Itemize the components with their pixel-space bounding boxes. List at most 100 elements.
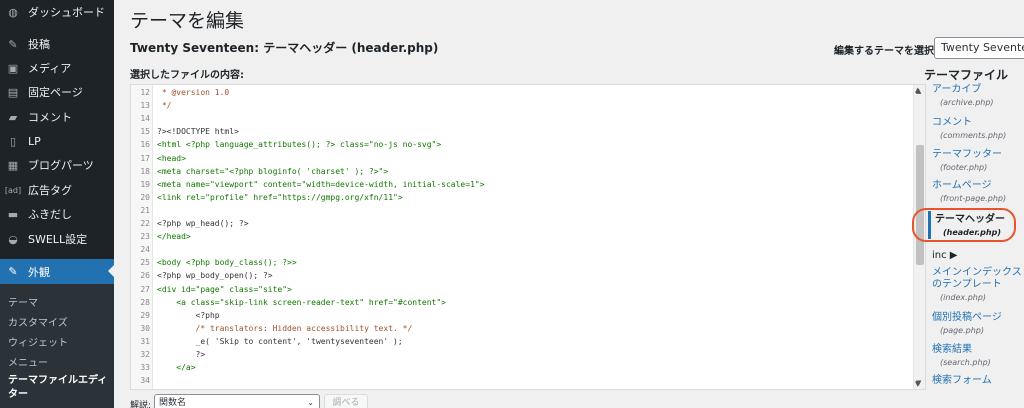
speech-bubble-icon: ▬	[7, 207, 19, 221]
line-number: 26	[140, 271, 150, 281]
sidebar-item-dashboard[interactable]: ◍ ダッシュボード	[0, 0, 114, 24]
code-line: <meta name="viewport" content="width=dev…	[157, 179, 485, 189]
file-entry-name: 個別投稿ページ	[932, 312, 1002, 323]
file-entry-filename: (comments.php)	[940, 131, 1007, 140]
theme-select-value: Twenty Seventeen	[941, 41, 1024, 54]
code-line: <div id="page" class="site">	[157, 284, 292, 294]
sidebar-item-label: LP	[28, 134, 41, 148]
code-line: <link rel="profile" href="https://gmpg.o…	[157, 192, 403, 202]
file-entry-name: 検索フォーム	[932, 375, 992, 386]
scroll-up-icon[interactable]: ▲	[915, 86, 920, 94]
theme-files-title: テーマファイル	[924, 68, 1009, 82]
sidebar-item-blog-parts[interactable]: ▦ ブログパーツ	[0, 153, 114, 177]
function-select[interactable]: 関数名 ⌄	[154, 394, 320, 408]
swell-icon: ◒	[8, 232, 18, 246]
code-line: <meta charset="<?php bloginfo( 'charset'…	[157, 166, 389, 176]
code-line: <?php wp_body_open(); ?>	[157, 271, 273, 281]
line-number: 19	[140, 179, 150, 189]
file-entry-name: メインインデックスのテンプレート	[932, 267, 1022, 290]
file-entry-filename: (archive.php)	[940, 98, 994, 107]
file-entry-name: コメント	[932, 117, 972, 128]
file-entry-comments[interactable]: コメント (comments.php)	[932, 117, 1024, 140]
sidebar-item-label: メディア	[28, 62, 72, 75]
ad-tag-icon: [ad]	[4, 185, 22, 195]
file-entry-name: アーカイブ	[932, 84, 982, 95]
code-line: <a class="skip-link screen-reader-text" …	[157, 297, 446, 307]
code-line: _e( 'Skip to content', 'twentyseventeen'…	[157, 336, 403, 346]
lookup-button[interactable]: 調べる	[324, 394, 368, 408]
file-entry-search[interactable]: 検索結果 (search.php)	[932, 344, 1024, 367]
file-heading: Twenty Seventeen: テーマヘッダー (header.php)	[130, 41, 439, 55]
line-number: 25	[140, 258, 150, 268]
theme-select-label: 編集するテーマを選択:	[834, 46, 938, 57]
sidebar-item-balloons[interactable]: ▬ ふきだし	[0, 202, 114, 226]
line-number: 12	[140, 88, 150, 97]
page-icon: ▤	[7, 85, 19, 99]
sidebar-item-ad-tags[interactable]: [ad] 広告タグ	[0, 178, 114, 202]
blog-parts-icon: ▦	[7, 158, 19, 172]
file-entry-filename: (index.php)	[940, 293, 987, 302]
sidebar-item-appearance[interactable]: ✎ 外観	[0, 259, 114, 284]
submenu-item-theme-file-editor[interactable]: テーマファイルエディ ター	[8, 374, 107, 402]
code-line: </a>	[157, 363, 196, 373]
file-entry-page[interactable]: 個別投稿ページ (page.php)	[932, 312, 1024, 335]
line-number: 16	[140, 140, 150, 150]
line-number: 20	[140, 192, 150, 202]
code-line: ?>	[157, 350, 206, 359]
sidebar-item-label: SWELL設定	[28, 233, 88, 246]
submenu-item-themes[interactable]: テーマ	[8, 294, 38, 309]
file-entry-searchform[interactable]: 検索フォーム	[932, 375, 1024, 387]
sidebar-item-label: 固定ページ	[28, 86, 83, 99]
file-entry-footer[interactable]: テーマフッター (footer.php)	[932, 149, 1024, 172]
scroll-down-icon[interactable]: ▼	[915, 380, 920, 388]
line-number: 15	[140, 127, 150, 137]
sidebar-item-label: ふきだし	[28, 208, 72, 221]
submenu-item-widgets[interactable]: ウィジェット	[8, 334, 68, 349]
line-number: 17	[140, 153, 150, 163]
file-entry-front-page[interactable]: ホームページ (front-page.php)	[932, 180, 1024, 203]
submenu-item-customize[interactable]: カスタマイズ	[8, 314, 68, 329]
sidebar-item-media[interactable]: ▣ メディア	[0, 56, 114, 80]
line-number: 27	[140, 284, 150, 294]
sidebar-item-lp[interactable]: ▯ LP	[0, 129, 114, 153]
code-editor[interactable]: 12 13 14 15 16 17 18 19 20 21 22 23 24 25 26 27 28 29 30 31…	[130, 84, 926, 390]
document-icon: ▯	[9, 134, 17, 148]
line-number: 18	[140, 166, 150, 176]
code-line: <head>	[157, 153, 186, 163]
sidebar-item-pages[interactable]: ▤ 固定ページ	[0, 80, 114, 104]
line-number: 28	[140, 297, 150, 307]
page-title: テーマを編集	[130, 10, 245, 32]
file-entry-name: 検索結果	[932, 344, 972, 355]
code-line: /* translators: Hidden accessibility tex…	[157, 323, 413, 333]
line-number: 31	[140, 336, 150, 346]
file-entry-name: ホームページ	[932, 180, 992, 191]
dashboard-icon: ◍	[8, 5, 18, 19]
sidebar-item-swell-settings[interactable]: ◒ SWELL設定	[0, 227, 114, 251]
file-entry-index[interactable]: メインインデックスのテンプレート (index.php)	[932, 267, 1024, 302]
line-number: 13	[140, 101, 150, 111]
pin-icon: ✎	[8, 37, 18, 51]
line-number: 14	[140, 114, 150, 124]
file-entry-archive[interactable]: アーカイブ (archive.php)	[932, 84, 1024, 107]
line-number: 23	[140, 232, 150, 242]
code-line: </head>	[157, 232, 191, 242]
submenu-item-menus[interactable]: メニュー	[8, 354, 48, 369]
line-number: 21	[140, 205, 150, 215]
line-number: 34	[140, 376, 150, 386]
sidebar-item-label: 投稿	[28, 38, 50, 51]
file-entry-filename: (search.php)	[940, 358, 991, 367]
sidebar-item-comments[interactable]: ▰ コメント	[0, 105, 114, 129]
code-line: */	[157, 101, 172, 111]
code-line: <?php wp_head(); ?>	[157, 219, 249, 228]
theme-select[interactable]: Twenty Seventeen	[934, 37, 1024, 59]
line-number: 24	[140, 245, 150, 255]
file-entry-filename: (page.php)	[940, 326, 984, 335]
sidebar-item-posts[interactable]: ✎ 投稿	[0, 32, 114, 56]
code-line: * @version 1.0	[157, 88, 230, 97]
file-entry-filename: (front-page.php)	[940, 194, 1007, 203]
sidebar-item-label: コメント	[28, 111, 72, 124]
function-select-value: 関数名	[159, 398, 187, 408]
wordpress-admin: ◍ ダッシュボード ✎ 投稿 ▣ メディア ▤ 固定ページ ▰ コメント ▯ L…	[0, 0, 1024, 408]
directory-inc[interactable]: inc ▶	[932, 250, 957, 261]
appearance-icon: ✎	[8, 265, 18, 278]
